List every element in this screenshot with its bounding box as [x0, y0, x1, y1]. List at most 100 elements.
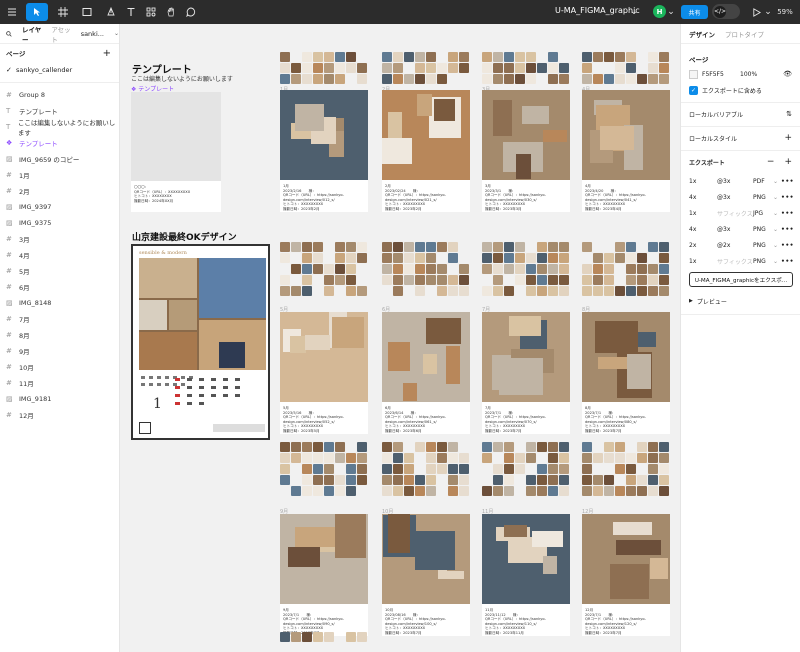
export-setting-row[interactable]: 4x @3x PNG ⌄ ••• [689, 190, 794, 204]
layer-item[interactable]: #1月 [0, 167, 119, 183]
present-chevron-icon[interactable]: ⌄ [764, 3, 772, 21]
bg-color-swatch[interactable] [689, 69, 698, 79]
frame-tool-button[interactable] [54, 3, 72, 21]
export-setting-row[interactable]: 4x @3x PNG ⌄ ••• [689, 222, 794, 236]
format-chevron-icon[interactable]: ⌄ [773, 258, 781, 265]
layer-item[interactable]: ▨ IMG_9181 [0, 391, 119, 407]
layer-item[interactable]: #3月 [0, 231, 119, 247]
format-chevron-icon[interactable]: ⌄ [773, 178, 781, 185]
export-scale[interactable]: 4x [689, 194, 717, 201]
layer-item[interactable]: #10月 [0, 359, 119, 375]
photo-thumbnail-strip[interactable] [280, 242, 368, 306]
local-variables-row[interactable]: ローカルバリアブル ⇅ [689, 108, 792, 120]
search-icon[interactable] [6, 30, 12, 38]
export-suffix[interactable]: @2x [717, 242, 753, 249]
export-setting-row[interactable]: 1x サフィックス PNG ⌄ ••• [689, 254, 794, 268]
design-canvas[interactable]: テンプレート ここは編集しないようにお願いします ❖ テンプレート 〇〇〇： Q… [120, 24, 680, 652]
pen-tool-button[interactable] [102, 3, 120, 21]
more-options-icon[interactable]: ••• [781, 210, 794, 217]
file-title[interactable]: U-MA_FIGMA_graphic [555, 6, 640, 15]
text-tool-button[interactable] [124, 3, 138, 21]
more-options-icon[interactable]: ••• [781, 226, 794, 233]
move-tool-button[interactable] [26, 3, 48, 21]
include-export-row[interactable]: ✓ エクスポートに含める [689, 84, 792, 96]
format-chevron-icon[interactable]: ⌄ [773, 242, 781, 249]
photo-thumbnail-strip[interactable] [280, 52, 368, 86]
export-setting-row[interactable]: 1x サフィックス JPG ⌄ ••• [689, 206, 794, 220]
month-calendar-page[interactable]: 8月 2023/7/1 様： QRコード（URL）：https://sankyo-d… [582, 312, 670, 434]
export-format[interactable]: PNG [753, 258, 773, 265]
add-style-icon[interactable]: + [784, 133, 792, 143]
layer-item[interactable]: #12月 [0, 407, 119, 423]
shape-tool-button[interactable] [78, 3, 96, 21]
add-export-icon[interactable]: + [784, 157, 792, 167]
share-button[interactable]: 共有 [681, 5, 708, 19]
layer-item[interactable]: #7月 [0, 311, 119, 327]
include-export-checkbox[interactable]: ✓ [689, 85, 698, 95]
template-subtitle[interactable]: ここは編集しないようにお願いします [131, 74, 233, 83]
tab-prototype[interactable]: プロトタイプ [725, 29, 764, 39]
page-bg-color-row[interactable]: F5F5F5 100% 👁 [689, 68, 792, 80]
layer-item[interactable]: ▨ IMG_8148 [0, 295, 119, 311]
tab-design[interactable]: デザイン [689, 29, 715, 39]
format-chevron-icon[interactable]: ⌄ [773, 210, 781, 217]
bg-opacity[interactable]: 100% [740, 71, 757, 78]
export-format[interactable]: JPG [753, 210, 773, 217]
export-suffix[interactable]: @3x [717, 226, 753, 233]
export-suffix[interactable]: @3x [717, 194, 753, 201]
month-calendar-page[interactable]: 10月 2023/08/16 様： QRコード（URL）：https://sanky… [382, 514, 470, 636]
month-calendar-page[interactable]: 5月 2023/5/16 様： QRコード（URL）：https://sankyo-… [280, 312, 368, 434]
layer-item[interactable]: ▨ IMG_9659 のコピー [0, 151, 119, 167]
export-format[interactable]: PNG [753, 194, 773, 201]
layer-item[interactable]: #5月 [0, 263, 119, 279]
export-format[interactable]: PNG [753, 242, 773, 249]
layer-item[interactable]: # Group 8 [0, 87, 119, 103]
export-setting-row[interactable]: 2x @2x PNG ⌄ ••• [689, 238, 794, 252]
preview-toggle-row[interactable]: ▶ プレビュー [689, 295, 792, 307]
page-selector[interactable]: sanki... [81, 30, 104, 38]
bg-color-hex[interactable]: F5F5F5 [702, 71, 740, 78]
local-styles-row[interactable]: ローカルスタイル + [689, 132, 792, 144]
layer-item[interactable]: ▨ IMG_9375 [0, 215, 119, 231]
export-suffix[interactable]: サフィックス [717, 209, 753, 218]
layer-item[interactable]: T ここは編集しないようにお願いします [0, 119, 119, 137]
resources-tool-button[interactable] [144, 3, 158, 21]
zoom-level[interactable]: 59% [773, 3, 797, 21]
month-calendar-page[interactable]: 6月 2023/6/14 様： QRコード（URL）：https://sankyo-… [382, 312, 470, 434]
final-design-title[interactable]: 山京建設最終OKデザイン [132, 230, 237, 243]
export-scale[interactable]: 1x [689, 258, 717, 265]
tab-layers[interactable]: レイヤー [22, 24, 41, 44]
layer-item[interactable]: #6月 [0, 279, 119, 295]
variables-icon[interactable]: ⇅ [786, 110, 792, 118]
export-scale[interactable]: 1x [689, 178, 717, 185]
month-calendar-page[interactable]: 1月 2023/2/16 様： QRコード（URL）：https://sankyo-… [280, 90, 368, 212]
visibility-eye-icon[interactable]: 👁 [783, 70, 792, 78]
present-button[interactable] [749, 3, 763, 21]
avatar-chevron-icon[interactable]: ⌄ [667, 3, 675, 21]
month-calendar-page[interactable]: 4月 2023/4/20 様： QRコード（URL）：https://sankyo-… [582, 90, 670, 212]
month-calendar-page[interactable]: 3月 2023/3/1 様： QRコード（URL）：https://sankyo-d… [482, 90, 570, 212]
hand-tool-button[interactable] [164, 3, 178, 21]
add-page-icon[interactable]: + [103, 48, 111, 59]
month-calendar-page[interactable]: 2月 2023/02/24 様： QRコード（URL）：https://sankyo… [382, 90, 470, 212]
photo-thumbnail-strip[interactable] [382, 442, 470, 502]
month-calendar-page[interactable]: 7月 2023/7/1 様： QRコード（URL）：https://sankyo-d… [482, 312, 570, 434]
remove-export-icon[interactable]: − [767, 157, 775, 167]
layer-item[interactable]: #11月 [0, 375, 119, 391]
more-options-icon[interactable]: ••• [781, 242, 794, 249]
format-chevron-icon[interactable]: ⌄ [773, 194, 781, 201]
photo-thumbnail-strip[interactable] [482, 52, 570, 86]
photo-thumbnail-strip[interactable] [382, 242, 470, 306]
export-scale[interactable]: 4x [689, 226, 717, 233]
month-calendar-page[interactable]: 9月 2023/7/1 様： QRコード（URL）：https://sankyo-d… [280, 514, 368, 636]
layer-item[interactable]: #4月 [0, 247, 119, 263]
layer-item[interactable]: ❖ テンプレート [0, 135, 119, 151]
photo-thumbnail-strip[interactable] [582, 52, 670, 86]
export-scale[interactable]: 2x [689, 242, 717, 249]
photo-thumbnail-strip[interactable] [582, 442, 670, 502]
final-design-preview[interactable]: sensible & modern 1 [131, 244, 270, 440]
more-options-icon[interactable]: ••• [781, 258, 794, 265]
layer-item[interactable]: #8月 [0, 327, 119, 343]
user-avatar[interactable]: H [653, 5, 666, 18]
export-button[interactable]: U-MA_FIGMA_graphicをエクスポ... [689, 272, 793, 287]
